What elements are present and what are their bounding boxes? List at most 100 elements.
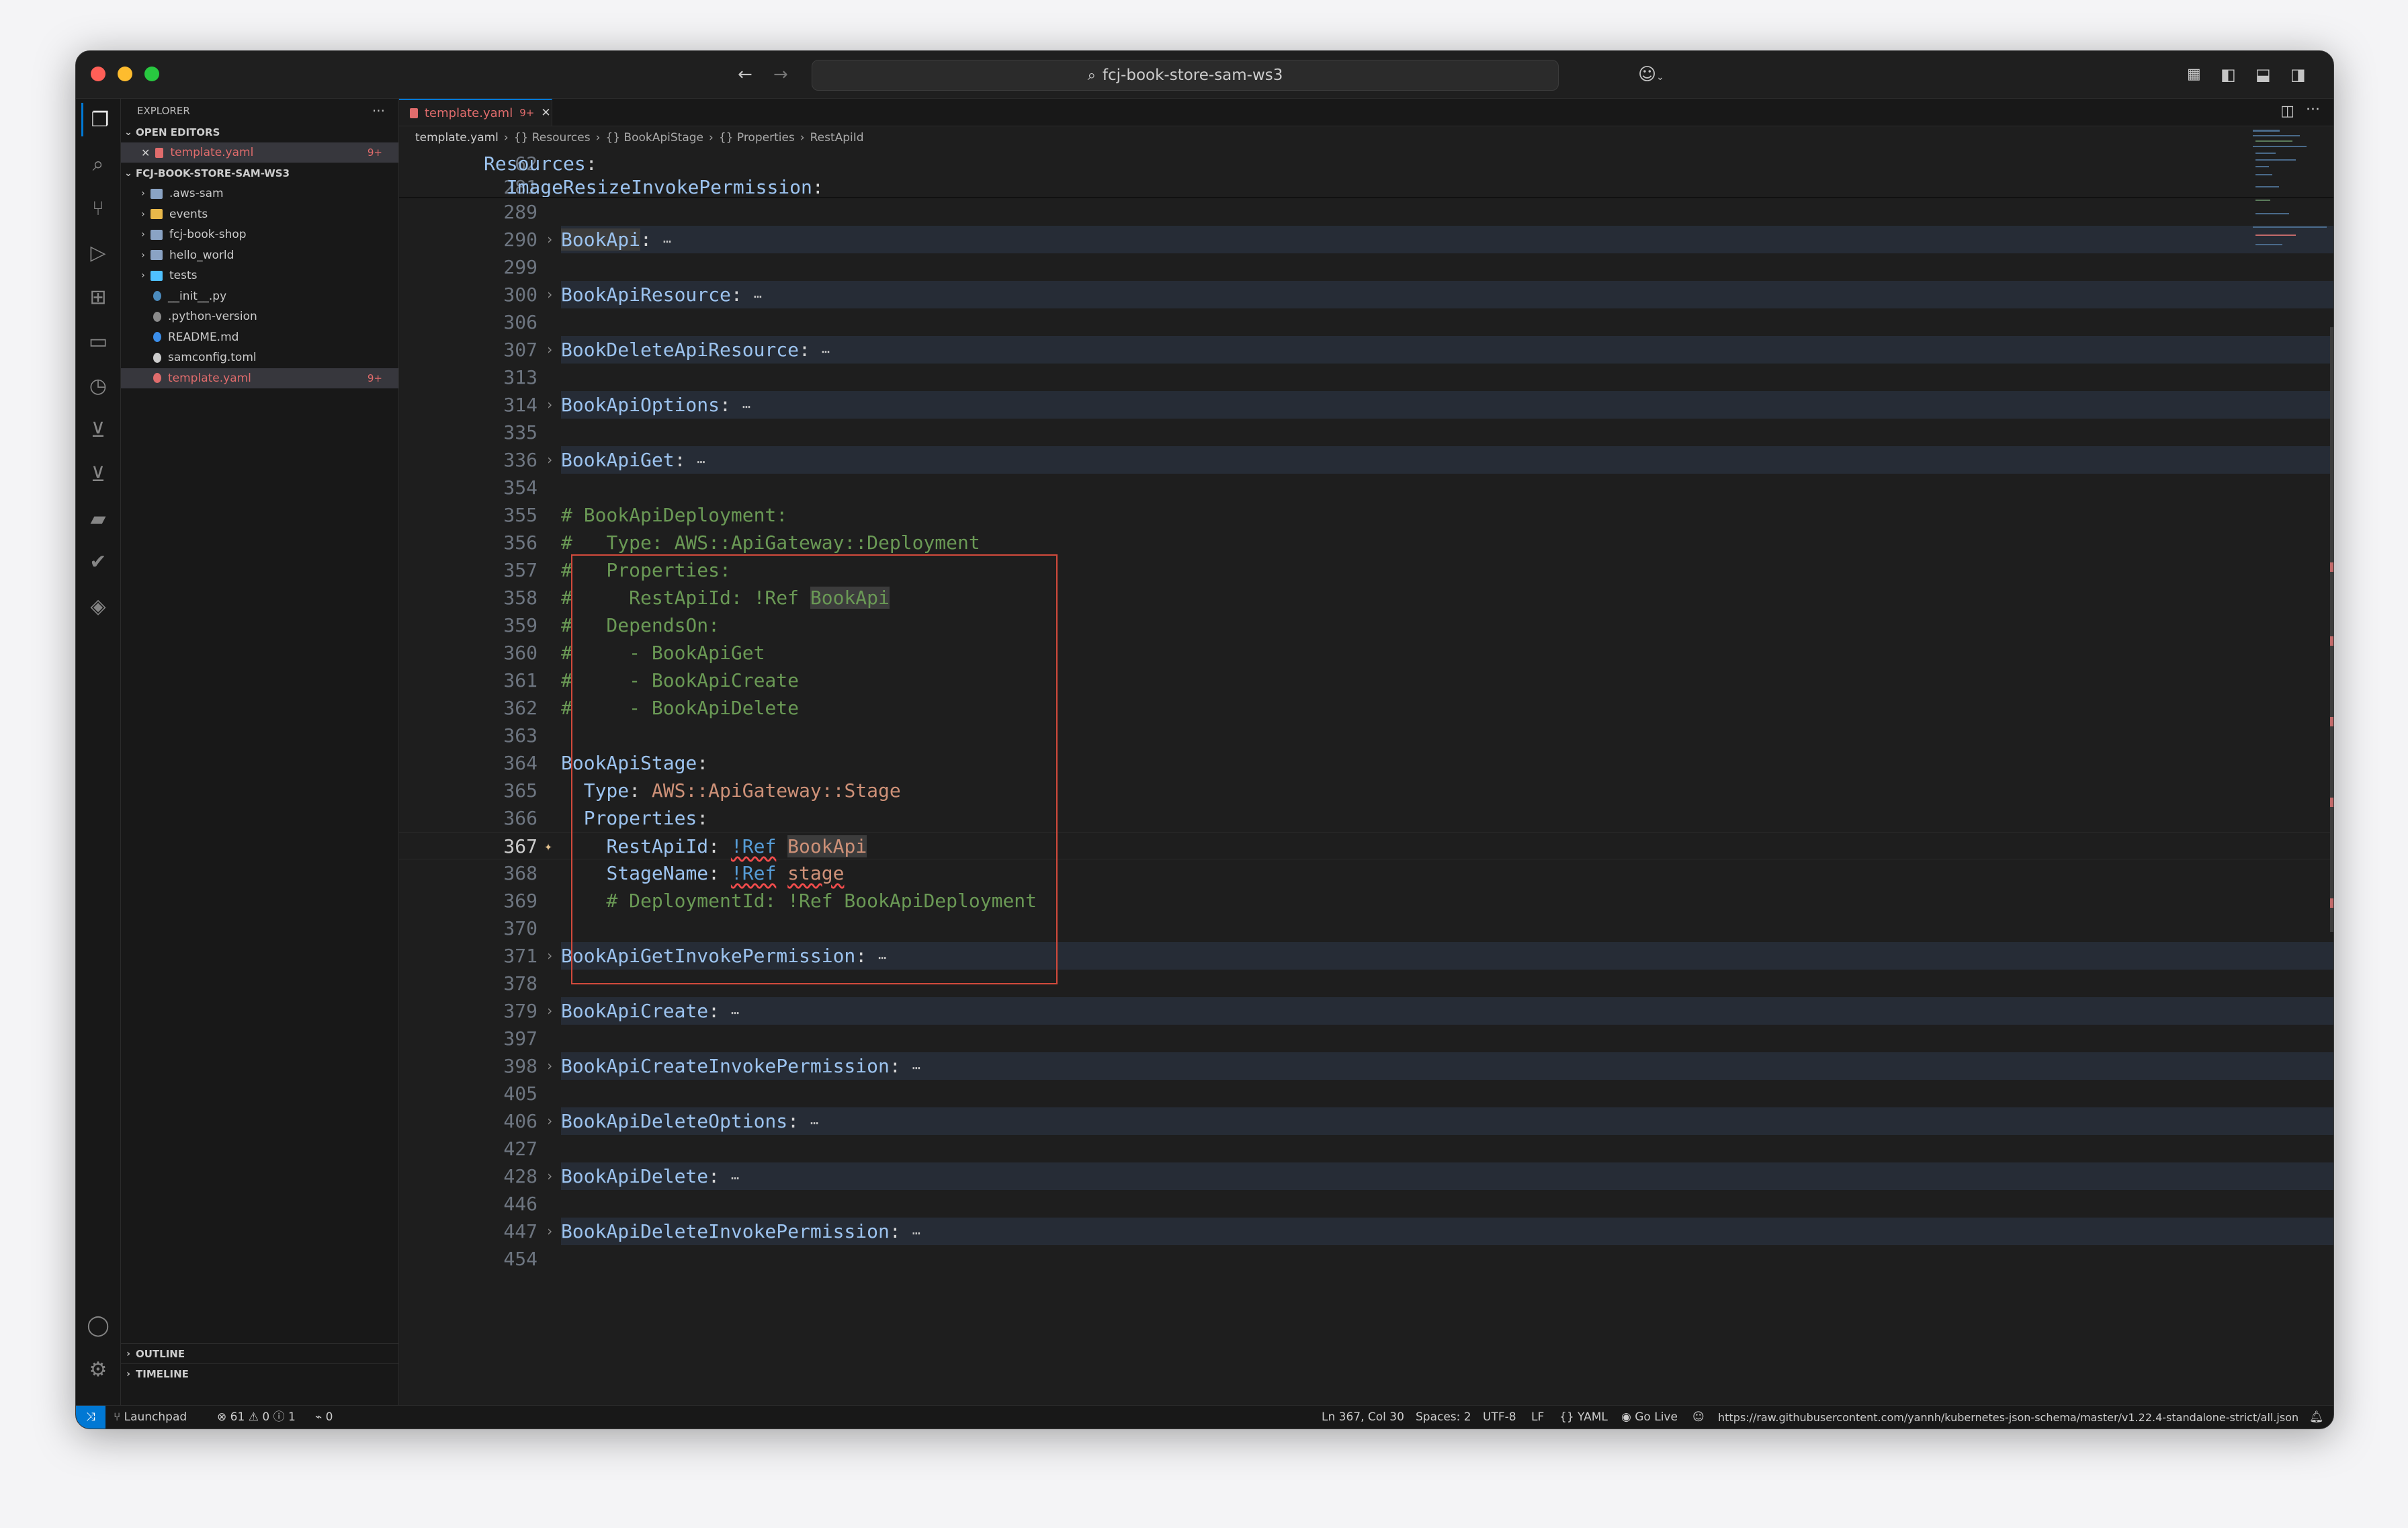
code-line[interactable]: 370 (399, 915, 2333, 942)
folded-ellipsis-icon[interactable]: ⋯ (663, 233, 671, 249)
code-line[interactable]: 371 › BookApiGetInvokePermission: ⋯ (399, 942, 2333, 970)
code-line[interactable]: 363 (399, 722, 2333, 749)
language-mode[interactable]: {} YAML (1559, 1406, 1608, 1429)
folded-ellipsis-icon[interactable]: ⋯ (822, 343, 830, 359)
go-live-item[interactable]: ◉ Go Live (1621, 1406, 1678, 1429)
code-line[interactable]: 306 (399, 308, 2333, 336)
tree-item[interactable]: › events (121, 204, 398, 224)
code-line[interactable]: 355 # BookApiDeployment: (399, 501, 2333, 529)
copilot-status-icon[interactable]: ☺ (1692, 1406, 1705, 1429)
cursor-position[interactable]: Ln 367, Col 30 (1322, 1406, 1404, 1429)
close-window-button[interactable] (91, 67, 105, 81)
code-line[interactable]: 360 # - BookApiGet (399, 639, 2333, 667)
fold-chevron-icon[interactable]: › (546, 281, 554, 308)
fold-chevron-icon[interactable]: › (546, 1052, 554, 1080)
code-line[interactable]: 289 (399, 198, 2333, 226)
toggle-secondary-sidebar-icon[interactable]: ◨ (2290, 63, 2306, 86)
remote-indicator-icon[interactable]: ⤨ (76, 1406, 105, 1429)
indentation[interactable]: Spaces: 2 (1416, 1406, 1471, 1429)
project-section[interactable]: ⌄ FCJ-BOOK-STORE-SAM-WS3 (121, 163, 398, 183)
manage-gear-icon[interactable]: ⚙ (81, 1353, 115, 1386)
problems-item[interactable]: ⊗ 61 ⚠ 0 ⓘ 1 (217, 1406, 296, 1429)
code-line[interactable]: 379 › BookApiCreate: ⋯ (399, 997, 2333, 1025)
maximize-window-button[interactable] (144, 67, 159, 81)
tree-item[interactable]: › .aws-sam (121, 183, 398, 204)
minimize-window-button[interactable] (118, 67, 132, 81)
more-actions-icon[interactable]: ··· (372, 103, 385, 119)
fold-chevron-icon[interactable]: › (546, 336, 554, 364)
code-line[interactable]: 365 Type: AWS::ApiGateway::Stage (399, 777, 2333, 804)
toggle-panel-icon[interactable]: ⬓ (2255, 63, 2271, 86)
accounts-icon[interactable]: ◯ (81, 1308, 115, 1342)
code-line[interactable]: 290 › BookApi: ⋯ (399, 226, 2333, 253)
tree-item[interactable]: README.md (121, 327, 398, 347)
tree-item[interactable]: › tests (121, 265, 398, 286)
breadcrumb-item[interactable]: template.yaml (415, 131, 499, 144)
lightbulb-sparkle-icon[interactable]: ✦ (544, 833, 552, 860)
folded-ellipsis-icon[interactable]: ⋯ (754, 288, 762, 304)
notifications-bell-icon[interactable]: 🔔︎ (2309, 1406, 2324, 1429)
folded-ellipsis-icon[interactable]: ⋯ (912, 1225, 920, 1241)
forward-arrow-icon[interactable]: → (773, 63, 788, 86)
code-line[interactable]: 362 # - BookApiDelete (399, 694, 2333, 722)
code-line[interactable]: 378 (399, 970, 2333, 997)
fold-chevron-icon[interactable]: › (546, 1162, 554, 1190)
code-line[interactable]: 367 ✦ RestApiId: !Ref BookApi (399, 832, 2333, 859)
more-actions-icon[interactable]: ··· (2306, 101, 2320, 118)
outline-section[interactable]: › OUTLINE (121, 1343, 398, 1364)
code-line[interactable]: 428 › BookApiDelete: ⋯ (399, 1162, 2333, 1190)
breadcrumb-item[interactable]: RestApiId (810, 131, 864, 144)
encoding[interactable]: UTF-8 (1483, 1406, 1516, 1429)
extensions-icon[interactable]: ⊞ (81, 280, 115, 314)
code-line[interactable]: 361 # - BookApiCreate (399, 667, 2333, 694)
explorer-icon[interactable]: ❐ (81, 103, 117, 136)
folded-ellipsis-icon[interactable]: ⋯ (742, 398, 750, 415)
folded-ellipsis-icon[interactable]: ⋯ (878, 949, 886, 966)
tree-item[interactable]: .python-version (121, 306, 398, 327)
code-line[interactable]: 369 # DeploymentId: !Ref BookApiDeployme… (399, 887, 2333, 915)
toggle-primary-sidebar-icon[interactable]: ◧ (2221, 63, 2236, 86)
tree-item[interactable]: samconfig.toml (121, 347, 398, 368)
folded-ellipsis-icon[interactable]: ⋯ (912, 1060, 920, 1076)
tree-item[interactable]: › hello_world (121, 245, 398, 265)
code-line[interactable]: 366 Properties: (399, 804, 2333, 832)
folded-ellipsis-icon[interactable]: ⋯ (810, 1115, 818, 1131)
python-icon[interactable]: ◈ (81, 589, 115, 623)
command-center-search[interactable]: ⌕ fcj-book-store-sam-ws3 (812, 60, 1559, 91)
remote-explorer-icon[interactable]: ▭ (81, 325, 115, 358)
aws-toolkit-icon[interactable]: ⊻ (81, 458, 115, 491)
tab-template-yaml[interactable]: template.yaml 9+ ✕ (399, 99, 552, 126)
copilot-icon[interactable]: ☺⌄ (1638, 63, 1664, 89)
yaml-schema[interactable]: https://raw.githubusercontent.com/yannh/… (1718, 1406, 2298, 1429)
close-icon[interactable]: ✕ (141, 146, 150, 159)
breadcrumb-item[interactable]: {} Properties (719, 131, 795, 144)
timeline-icon[interactable]: ◷ (81, 369, 115, 402)
code-line[interactable]: 314 › BookApiOptions: ⋯ (399, 391, 2333, 419)
code-line[interactable]: 307 › BookDeleteApiResource: ⋯ (399, 336, 2333, 364)
run-debug-icon[interactable]: ▷ (81, 236, 115, 269)
docker-icon[interactable]: ▰ (81, 502, 115, 536)
ports-item[interactable]: ⌁ 0 (315, 1406, 333, 1429)
code-line[interactable]: 358 # RestApiId: !Ref BookApi (399, 584, 2333, 611)
testing-icon[interactable]: ✔ (81, 545, 115, 579)
customize-layout-icon[interactable]: ▦ (2187, 63, 2201, 86)
fold-chevron-icon[interactable]: › (546, 1218, 554, 1245)
code-line[interactable]: 299 (399, 253, 2333, 281)
code-line[interactable]: 335 (399, 419, 2333, 446)
code-line[interactable]: 397 (399, 1025, 2333, 1052)
open-editor-item[interactable]: ✕ template.yaml 9+ (121, 142, 398, 163)
code-line[interactable]: 336 › BookApiGet: ⋯ (399, 446, 2333, 474)
fold-chevron-icon[interactable]: › (546, 226, 554, 253)
code-line[interactable]: 364 BookApiStage: (399, 749, 2333, 777)
fold-chevron-icon[interactable]: › (546, 446, 554, 474)
search-icon[interactable]: ⌕ (81, 147, 115, 181)
close-tab-icon[interactable]: ✕ (541, 106, 550, 120)
end-of-line[interactable]: LF (1531, 1406, 1544, 1429)
aws-icon[interactable]: ⊻ (81, 413, 115, 447)
code-line[interactable]: 454 (399, 1245, 2333, 1273)
tree-item[interactable]: › fcj-book-shop (121, 224, 398, 245)
split-editor-icon[interactable]: ◫ (2280, 103, 2294, 120)
code-line[interactable]: 398 › BookApiCreateInvokePermission: ⋯ (399, 1052, 2333, 1080)
code-line[interactable]: 405 (399, 1080, 2333, 1107)
code-line[interactable]: 447 › BookApiDeleteInvokePermission: ⋯ (399, 1218, 2333, 1245)
